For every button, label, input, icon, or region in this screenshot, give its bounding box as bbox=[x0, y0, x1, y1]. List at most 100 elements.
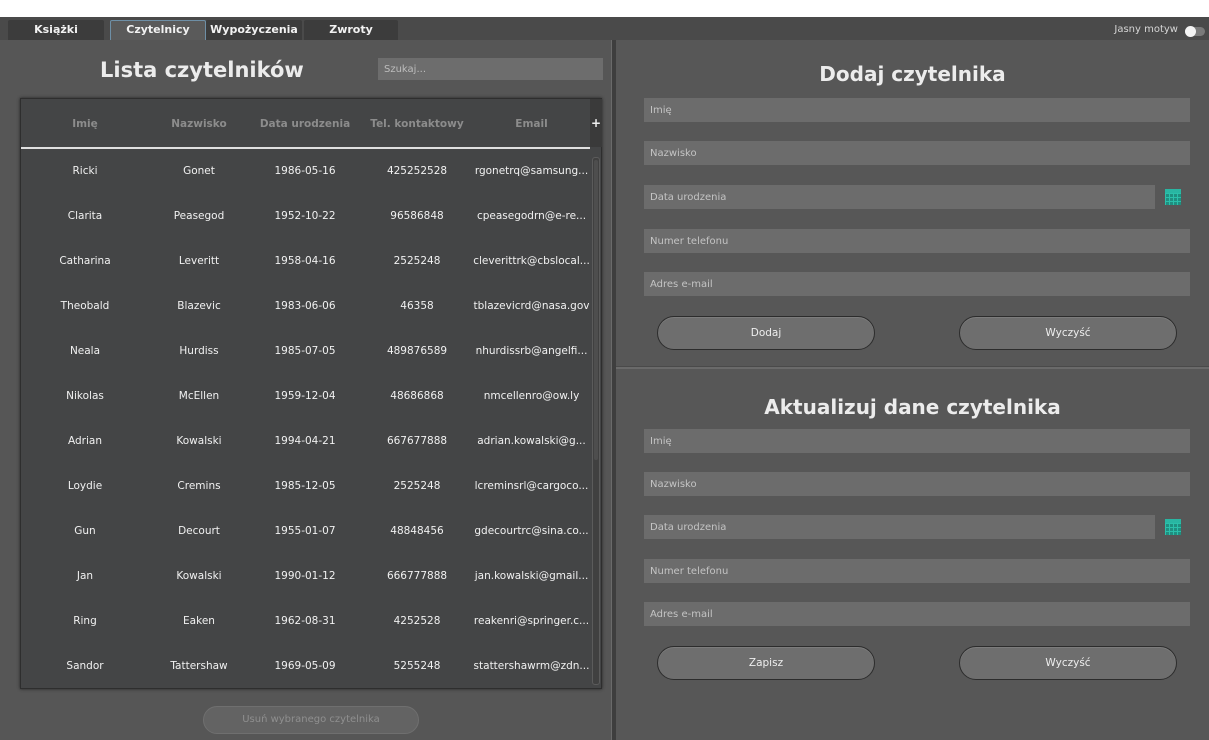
cell-first-name: Loydie bbox=[67, 480, 103, 492]
cell-email: cpeasegodrn@e-re... bbox=[476, 210, 587, 222]
cell-email: cleverittrk@cbslocal... bbox=[473, 255, 590, 267]
cell-phone: 666777888 bbox=[386, 570, 448, 582]
cell-email: nhurdissrb@angelfi... bbox=[475, 345, 588, 357]
toggle-knob bbox=[1185, 26, 1196, 37]
cell-last-name: Kowalski bbox=[176, 435, 222, 447]
cell-first-name: Neala bbox=[69, 345, 101, 357]
cell-last-name: Peasegod bbox=[173, 210, 225, 222]
cell-birth-date: 1994-04-21 bbox=[274, 435, 336, 447]
cell-birth-date: 1983-06-06 bbox=[274, 300, 336, 312]
cell-phone: 5255248 bbox=[393, 660, 441, 672]
cell-phone: 425252528 bbox=[386, 165, 448, 177]
add-clear-button[interactable]: Wyczyść bbox=[959, 316, 1177, 350]
cell-birth-date: 1985-12-05 bbox=[274, 480, 336, 492]
cell-phone: 48686868 bbox=[390, 390, 444, 402]
calendar-icon[interactable] bbox=[1163, 517, 1183, 537]
table-row[interactable]: Nikolas McEllen 1959-12-04 48686868 nmcellen… bbox=[21, 374, 590, 419]
save-button[interactable]: Zapisz bbox=[657, 646, 875, 680]
cell-email: gdecourtrc@sina.co... bbox=[474, 525, 589, 537]
table-row[interactable]: Loydie Cremins 1985-12-05 2525248 lcreminsrl… bbox=[21, 464, 590, 509]
column-header-first-name[interactable]: Imię bbox=[21, 99, 149, 149]
table-row[interactable]: Catharina Leveritt 1958-04-16 2525248 clever… bbox=[21, 239, 590, 284]
cell-last-name: Eaken bbox=[183, 615, 215, 627]
add-birth-date-field[interactable] bbox=[644, 185, 1155, 209]
cell-birth-date: 1959-12-04 bbox=[274, 390, 336, 402]
cell-email: reakenri@springer.c... bbox=[473, 615, 590, 627]
update-birth-date-field[interactable] bbox=[644, 515, 1155, 539]
add-button[interactable]: Dodaj bbox=[657, 316, 875, 350]
update-phone-field[interactable] bbox=[644, 559, 1190, 583]
tab-zwroty[interactable]: Zwroty bbox=[304, 20, 398, 40]
cell-first-name: Theobald bbox=[60, 300, 110, 312]
update-email-field[interactable] bbox=[644, 602, 1190, 626]
cell-phone: 4252528 bbox=[393, 615, 441, 627]
update-first-name-field[interactable] bbox=[644, 429, 1190, 453]
cell-first-name: Adrian bbox=[68, 435, 102, 447]
cell-email: adrian.kowalski@g... bbox=[477, 435, 586, 447]
cell-phone: 2525248 bbox=[393, 480, 441, 492]
cell-birth-date: 1990-01-12 bbox=[274, 570, 336, 582]
cell-birth-date: 1958-04-16 bbox=[274, 255, 336, 267]
cell-first-name: Catharina bbox=[59, 255, 111, 267]
tab-ksiazki[interactable]: Książki bbox=[8, 20, 104, 40]
search-input[interactable] bbox=[378, 58, 603, 80]
tab-czytelnicy[interactable]: Czytelnicy bbox=[110, 20, 206, 40]
column-menu-button[interactable]: + bbox=[590, 99, 602, 147]
calendar-icon[interactable] bbox=[1163, 187, 1183, 207]
readers-table: Imię Nazwisko Data urodzenia Tel. kontak… bbox=[20, 98, 602, 689]
cell-last-name: Kowalski bbox=[176, 570, 222, 582]
theme-toggle[interactable] bbox=[1185, 26, 1205, 37]
cell-phone: 96586848 bbox=[390, 210, 444, 222]
column-header-phone[interactable]: Tel. kontaktowy bbox=[361, 99, 473, 149]
add-reader-title: Dodaj czytelnika bbox=[819, 62, 1006, 86]
column-header-email[interactable]: Email bbox=[473, 99, 590, 149]
add-last-name-field[interactable] bbox=[644, 141, 1190, 165]
cell-phone: 48848456 bbox=[390, 525, 444, 537]
column-header-last-name[interactable]: Nazwisko bbox=[149, 99, 249, 149]
update-last-name-field[interactable] bbox=[644, 472, 1190, 496]
cell-first-name: Jan bbox=[76, 570, 94, 582]
add-first-name-field[interactable] bbox=[644, 98, 1190, 122]
delete-reader-button[interactable]: Usuń wybranego czytelnika bbox=[203, 706, 419, 734]
cell-birth-date: 1985-07-05 bbox=[274, 345, 336, 357]
add-email-field[interactable] bbox=[644, 272, 1190, 296]
cell-last-name: Hurdiss bbox=[179, 345, 219, 357]
cell-email: tblazevicrd@nasa.gov bbox=[473, 300, 590, 312]
table-row[interactable]: Gun Decourt 1955-01-07 48848456 gdecourtrc@s… bbox=[21, 509, 590, 554]
cell-email: rgonetrq@samsung... bbox=[474, 165, 589, 177]
update-reader-title: Aktualizuj dane czytelnika bbox=[764, 395, 1061, 419]
table-row[interactable]: Theobald Blazevic 1983-06-06 46358 tblazevic… bbox=[21, 284, 590, 329]
cell-birth-date: 1952-10-22 bbox=[274, 210, 336, 222]
table-row[interactable]: Ring Eaken 1962-08-31 4252528 reakenri@sprin… bbox=[21, 599, 590, 644]
table-row[interactable]: Jan Kowalski 1990-01-12 666777888 jan.kowals… bbox=[21, 554, 590, 599]
cell-last-name: Tattershaw bbox=[170, 660, 228, 672]
cell-birth-date: 1955-01-07 bbox=[274, 525, 336, 537]
table-row[interactable]: Clarita Peasegod 1952-10-22 96586848 cpeaseg… bbox=[21, 194, 590, 239]
cell-phone: 2525248 bbox=[393, 255, 441, 267]
table-row[interactable]: Adrian Kowalski 1994-04-21 667677888 adrian.… bbox=[21, 419, 590, 464]
update-clear-button[interactable]: Wyczyść bbox=[959, 646, 1177, 680]
table-scrollbar[interactable] bbox=[592, 157, 600, 685]
cell-email: jan.kowalski@gmail... bbox=[474, 570, 589, 582]
table-header: Imię Nazwisko Data urodzenia Tel. kontak… bbox=[21, 99, 590, 149]
cell-last-name: Decourt bbox=[178, 525, 220, 537]
table-row[interactable]: Sandor Tattershaw 1969-05-09 5255248 statter… bbox=[21, 644, 590, 689]
cell-birth-date: 1969-05-09 bbox=[274, 660, 336, 672]
theme-label: Jasny motyw bbox=[1114, 24, 1178, 35]
cell-email: lcreminsrl@cargoco... bbox=[474, 480, 589, 492]
cell-first-name: Clarita bbox=[67, 210, 103, 222]
cell-email: stattershawrm@zdn... bbox=[473, 660, 590, 672]
column-header-birth-date[interactable]: Data urodzenia bbox=[249, 99, 361, 149]
cell-phone: 667677888 bbox=[386, 435, 448, 447]
cell-last-name: McEllen bbox=[178, 390, 220, 402]
table-row[interactable]: Neala Hurdiss 1985-07-05 489876589 nhurdissr… bbox=[21, 329, 590, 374]
cell-last-name: Leveritt bbox=[178, 255, 220, 267]
cell-phone: 46358 bbox=[400, 300, 434, 312]
section-divider bbox=[616, 366, 1209, 369]
add-phone-field[interactable] bbox=[644, 229, 1190, 253]
cell-last-name: Gonet bbox=[183, 165, 215, 177]
scrollbar-thumb[interactable] bbox=[594, 160, 598, 460]
table-row[interactable]: Ricki Gonet 1986-05-16 425252528 rgonetrq@sa… bbox=[21, 149, 590, 194]
tab-wypozyczenia[interactable]: Wypożyczenia bbox=[206, 20, 302, 40]
list-title: Lista czytelników bbox=[100, 58, 304, 82]
